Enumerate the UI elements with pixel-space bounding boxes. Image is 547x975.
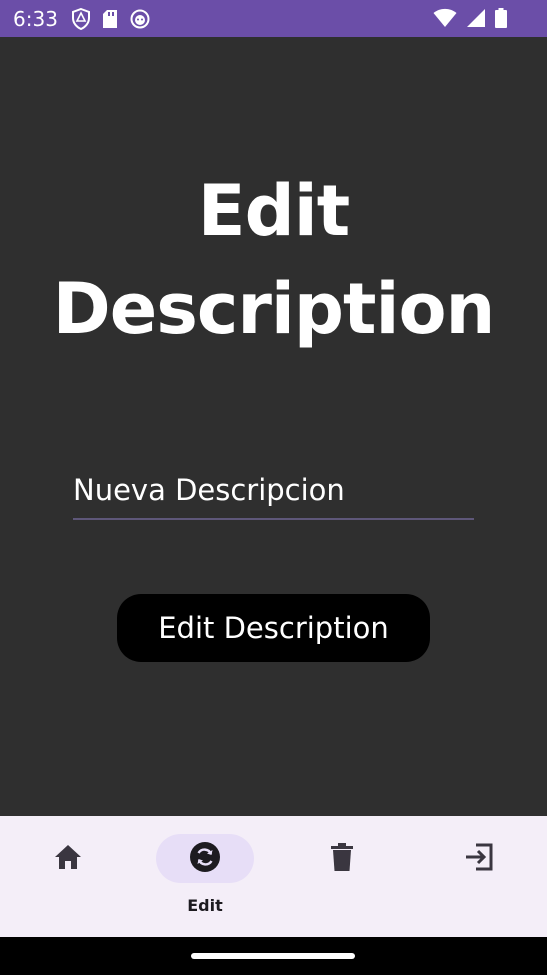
home-icon: [53, 843, 83, 875]
nav-icon-container: [293, 834, 391, 883]
sd-card-icon: [102, 9, 118, 29]
gesture-navigation-bar: [0, 937, 547, 975]
description-input[interactable]: [73, 462, 474, 520]
status-time: 6:33: [13, 6, 58, 31]
home-gesture-handle[interactable]: [191, 953, 355, 959]
shield-icon: [71, 7, 90, 30]
battery-icon: [495, 8, 507, 28]
nav-active-indicator: [156, 834, 254, 883]
page-title: Edit Description: [52, 170, 496, 350]
edit-description-button[interactable]: Edit Description: [117, 594, 430, 662]
nav-label-edit: Edit: [187, 896, 223, 915]
nav-icon-container: [19, 834, 117, 883]
nav-item-home[interactable]: [0, 816, 136, 937]
bottom-navigation: Edit: [0, 816, 547, 937]
trash-icon: [330, 842, 354, 876]
sync-icon: [189, 841, 221, 877]
cell-signal-icon: [466, 8, 486, 28]
status-right-icons: [433, 8, 507, 28]
description-field: [73, 462, 474, 524]
nav-item-delete[interactable]: [274, 816, 410, 937]
nav-item-edit[interactable]: Edit: [137, 816, 273, 937]
nav-icon-container: [430, 834, 528, 883]
status-left-icons: [71, 7, 150, 30]
wifi-icon: [433, 8, 457, 28]
nav-item-logout[interactable]: [411, 816, 547, 937]
logout-icon: [464, 843, 494, 875]
status-bar: 6:33: [0, 0, 547, 37]
app-screen: 6:33 Edit Description Nueva Descripcion …: [0, 0, 547, 975]
app-notification-icon: [130, 9, 150, 29]
